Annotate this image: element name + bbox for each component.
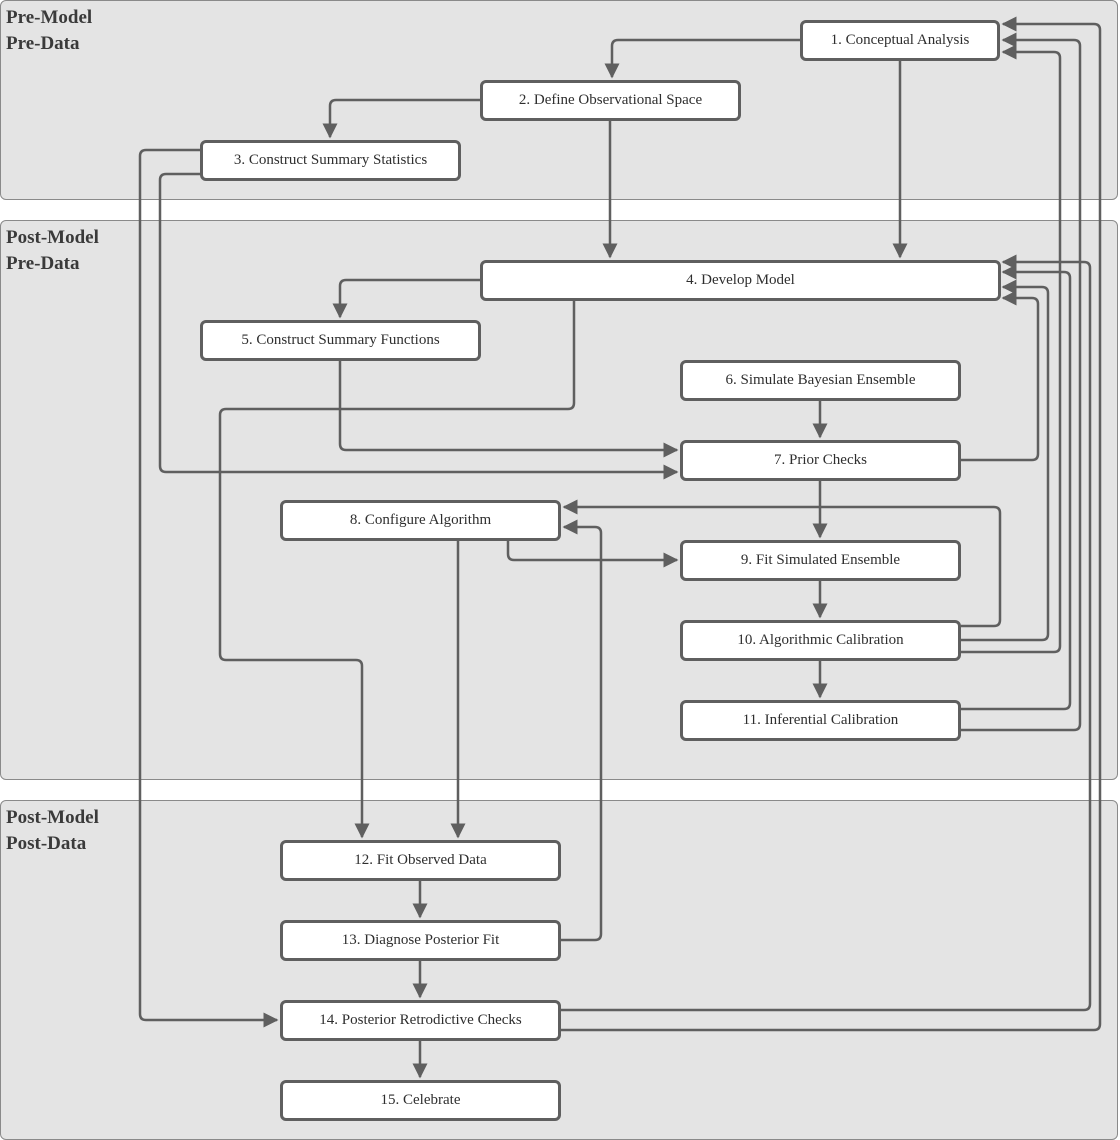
node-conceptual-analysis[interactable]: 1. Conceptual Analysis — [800, 20, 1000, 61]
node-label: 9. Fit Simulated Ensemble — [740, 552, 901, 568]
edge-1-to-2 — [604, 38, 800, 79]
node-label: 10. Algorithmic Calibration — [737, 632, 904, 648]
node-label: 14. Posterior Retrodictive Checks — [319, 1012, 522, 1028]
edge-10-to-4 — [961, 279, 1050, 642]
edge-13-to-8 — [561, 519, 603, 942]
node-configure-algorithm[interactable]: 8. Configure Algorithm — [280, 500, 561, 541]
edge-11-to-4 — [961, 264, 1072, 711]
node-label: 11. Inferential Calibration — [742, 712, 899, 728]
node-label: 13. Diagnose Posterior Fit — [341, 932, 500, 948]
node-label: 1. Conceptual Analysis — [830, 32, 970, 48]
node-inferential-calibration[interactable]: 11. Inferential Calibration — [680, 700, 961, 741]
edge-8-to-9 — [506, 541, 679, 568]
node-posterior-retrodictive-checks[interactable]: 14. Posterior Retrodictive Checks — [280, 1000, 561, 1041]
node-construct-summary-statistics[interactable]: 3. Construct Summary Statistics — [200, 140, 461, 181]
edge-7-to-4 — [961, 290, 1040, 462]
node-label: 6. Simulate Bayesian Ensemble — [725, 372, 916, 388]
node-label: 4. Develop Model — [686, 272, 795, 288]
node-fit-simulated-ensemble[interactable]: 9. Fit Simulated Ensemble — [680, 540, 961, 581]
node-diagnose-posterior-fit[interactable]: 13. Diagnose Posterior Fit — [280, 920, 561, 961]
node-simulate-bayesian-ensemble[interactable]: 6. Simulate Bayesian Ensemble — [680, 360, 961, 401]
node-fit-observed-data[interactable]: 12. Fit Observed Data — [280, 840, 561, 881]
node-develop-model[interactable]: 4. Develop Model — [480, 260, 1001, 301]
node-label: 5. Construct Summary Functions — [241, 332, 440, 348]
node-algorithmic-calibration[interactable]: 10. Algorithmic Calibration — [680, 620, 961, 661]
edge-5-to-7 — [338, 361, 679, 458]
node-define-observational-space[interactable]: 2. Define Observational Space — [480, 80, 741, 121]
node-celebrate[interactable]: 15. Celebrate — [280, 1080, 561, 1121]
node-prior-checks[interactable]: 7. Prior Checks — [680, 440, 961, 481]
node-label: 3. Construct Summary Statistics — [233, 152, 428, 168]
node-label: 12. Fit Observed Data — [354, 852, 487, 868]
edge-14-to-1 — [561, 16, 1102, 1032]
node-label: 15. Celebrate — [380, 1092, 461, 1108]
edge-10-to-1 — [961, 44, 1062, 654]
edge-2-to-3 — [322, 98, 480, 139]
edge-4-to-5 — [332, 278, 480, 319]
node-label: 7. Prior Checks — [774, 452, 867, 468]
node-label: 8. Configure Algorithm — [349, 512, 492, 528]
edge-4-to-12 — [218, 301, 576, 839]
node-label: 2. Define Observational Space — [518, 92, 703, 108]
node-construct-summary-functions[interactable]: 5. Construct Summary Functions — [200, 320, 481, 361]
